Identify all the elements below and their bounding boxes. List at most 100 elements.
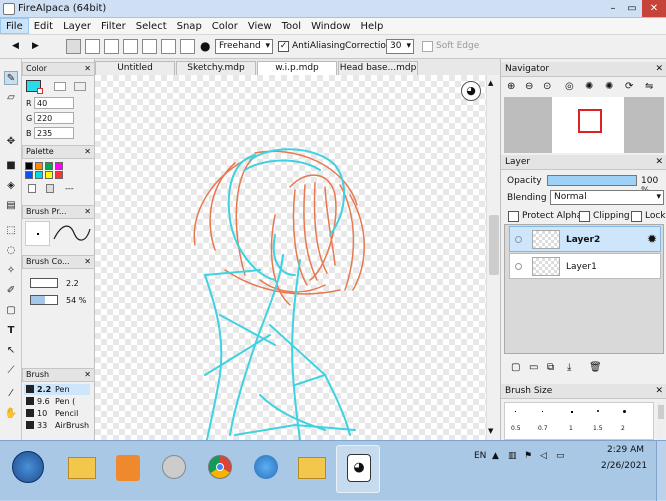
menu-file[interactable]: File xyxy=(0,18,29,34)
menu-window[interactable]: Window xyxy=(306,19,355,35)
divide-tool-icon[interactable]: ⟋ xyxy=(4,364,18,378)
flag-icon[interactable]: ⚑ xyxy=(524,451,532,461)
b-field[interactable]: 235 xyxy=(34,127,74,139)
rotate-right-icon[interactable]: ✺ xyxy=(605,81,613,92)
show-desktop-button[interactable] xyxy=(656,441,666,501)
network-icon[interactable]: ▥ xyxy=(508,451,517,461)
brush-size-4[interactable]: 2 xyxy=(621,425,625,432)
duplicate-layer-icon[interactable]: ⧉ xyxy=(547,362,554,373)
palette-swatch[interactable] xyxy=(55,162,63,170)
menu-help[interactable]: Help xyxy=(356,19,389,35)
lock-checkbox[interactable] xyxy=(631,211,642,222)
brush-opacity-bar[interactable] xyxy=(30,295,58,305)
explorer-taskbar-icon[interactable] xyxy=(60,445,104,493)
chrome-taskbar-icon[interactable] xyxy=(198,445,242,493)
palette-swatch[interactable] xyxy=(45,162,53,170)
folder-taskbar-icon[interactable] xyxy=(290,445,334,493)
minimize-button[interactable]: – xyxy=(604,0,622,17)
volume-icon[interactable]: ◁ xyxy=(540,451,547,461)
close-icon[interactable]: ✕ xyxy=(655,62,663,76)
hand-tool-icon[interactable]: ✋ xyxy=(4,407,18,421)
fill-tool-icon[interactable]: ■ xyxy=(4,159,18,173)
firealpaca-taskbar-icon[interactable]: ◕ xyxy=(336,445,380,493)
color-mode-icon[interactable] xyxy=(54,82,66,91)
zoom-actual-icon[interactable]: ◎ xyxy=(565,81,574,92)
close-icon[interactable]: ✕ xyxy=(84,63,91,75)
brush-item[interactable]: 9.6 Pen ( xyxy=(24,396,90,407)
reset-rotation-icon[interactable]: ⟳ xyxy=(625,81,633,92)
g-field[interactable]: 220 xyxy=(34,112,74,124)
gear-icon[interactable]: ✹ xyxy=(647,232,657,246)
brush-item[interactable]: 10 Pencil xyxy=(24,408,90,419)
brush-size-3[interactable]: 1.5 xyxy=(593,425,603,432)
move-tool-icon[interactable]: ✥ xyxy=(4,135,18,149)
snap-radial-icon[interactable] xyxy=(142,39,157,54)
scroll-up-icon[interactable]: ▲ xyxy=(488,79,493,87)
lasso-tool-icon[interactable]: ◌ xyxy=(4,244,18,258)
palette-swatch[interactable] xyxy=(25,162,33,170)
new-layer-icon[interactable]: ▢ xyxy=(511,362,520,373)
r-field[interactable]: 40 xyxy=(34,97,74,109)
tab-head-base[interactable]: Head base...mdp xyxy=(338,61,418,75)
close-icon[interactable]: ✕ xyxy=(655,155,663,169)
menu-layer[interactable]: Layer xyxy=(58,19,96,35)
scroll-thumb[interactable] xyxy=(489,215,499,275)
brush-item[interactable]: 2.2 Pen xyxy=(24,384,90,395)
flip-icon[interactable]: ⇋ xyxy=(645,81,653,92)
clock-date[interactable]: 2/26/2021 xyxy=(601,461,647,471)
close-icon[interactable]: ✕ xyxy=(84,206,91,218)
secondary-color-swatch[interactable] xyxy=(37,88,43,94)
palette-swatch[interactable] xyxy=(35,162,43,170)
tab-sketchy[interactable]: Sketchy.mdp xyxy=(176,61,256,75)
snap-cross-icon[interactable] xyxy=(104,39,119,54)
palette-swatch[interactable] xyxy=(35,171,43,179)
rotate-left-icon[interactable]: ✺ xyxy=(585,81,593,92)
drawing-canvas[interactable]: ◕ xyxy=(95,75,486,440)
delete-layer-icon[interactable]: 🗑 xyxy=(589,362,602,373)
windows-taskbar-icon[interactable] xyxy=(244,445,288,493)
brush-size-0[interactable]: 0.5 xyxy=(511,425,521,432)
navigator-preview[interactable] xyxy=(504,97,664,153)
language-indicator[interactable]: EN xyxy=(474,451,486,461)
close-button[interactable]: ✕ xyxy=(642,0,666,17)
eyedropper-icon[interactable]: ⁄ xyxy=(4,387,18,401)
brush-size-2[interactable]: 1 xyxy=(569,425,573,432)
color-mode-alt-icon[interactable] xyxy=(74,82,86,91)
select-eraser-icon[interactable]: ▢ xyxy=(4,304,18,318)
menu-color[interactable]: Color xyxy=(207,19,243,35)
antialiasing-checkbox[interactable]: ✓ xyxy=(278,41,289,52)
menu-filter[interactable]: Filter xyxy=(96,19,131,35)
zoom-fit-icon[interactable]: ⊙ xyxy=(543,81,551,92)
palette-swatch[interactable] xyxy=(25,171,33,179)
magic-wand-icon[interactable]: ✧ xyxy=(4,264,18,278)
close-icon[interactable]: ✕ xyxy=(84,146,91,158)
layer-row-layer1[interactable]: Layer1 xyxy=(509,253,661,279)
blending-select[interactable]: Normal ▾ xyxy=(550,190,664,205)
prev-icon[interactable]: ◀ xyxy=(12,39,19,54)
next-icon[interactable]: ▶ xyxy=(32,39,39,54)
start-button[interactable] xyxy=(2,445,52,493)
pen-tool-icon[interactable]: ✎ xyxy=(4,71,18,85)
canvas-scrollbar[interactable]: ▲ ▼ xyxy=(486,75,500,440)
delete-palette-icon[interactable] xyxy=(46,184,54,193)
disc-taskbar-icon[interactable] xyxy=(152,445,196,493)
brush-size-bar[interactable] xyxy=(30,278,58,288)
menu-view[interactable]: View xyxy=(243,19,277,35)
navigator-viewport[interactable] xyxy=(578,109,602,133)
new-palette-icon[interactable] xyxy=(28,184,36,193)
brush-size-1[interactable]: 0.7 xyxy=(538,425,548,432)
close-icon[interactable]: ✕ xyxy=(655,384,663,398)
bucket-tool-icon[interactable]: ◈ xyxy=(4,179,18,193)
zoom-out-icon[interactable]: ⊖ xyxy=(525,81,533,92)
operation-tool-icon[interactable]: ↖ xyxy=(4,344,18,358)
brush-item[interactable]: 33 AirBrush xyxy=(24,420,90,431)
soft-edge-checkbox[interactable] xyxy=(422,41,433,52)
battery-icon[interactable]: ▭ xyxy=(556,451,565,461)
tab-wip[interactable]: w.i.p.mdp xyxy=(257,61,337,75)
close-icon[interactable]: ✕ xyxy=(84,256,91,268)
media-player-taskbar-icon[interactable] xyxy=(106,445,150,493)
snap-parallel-icon[interactable] xyxy=(85,39,100,54)
select-pen-icon[interactable]: ✐ xyxy=(4,284,18,298)
visibility-icon[interactable] xyxy=(515,236,522,243)
protect-alpha-checkbox[interactable] xyxy=(508,211,519,222)
